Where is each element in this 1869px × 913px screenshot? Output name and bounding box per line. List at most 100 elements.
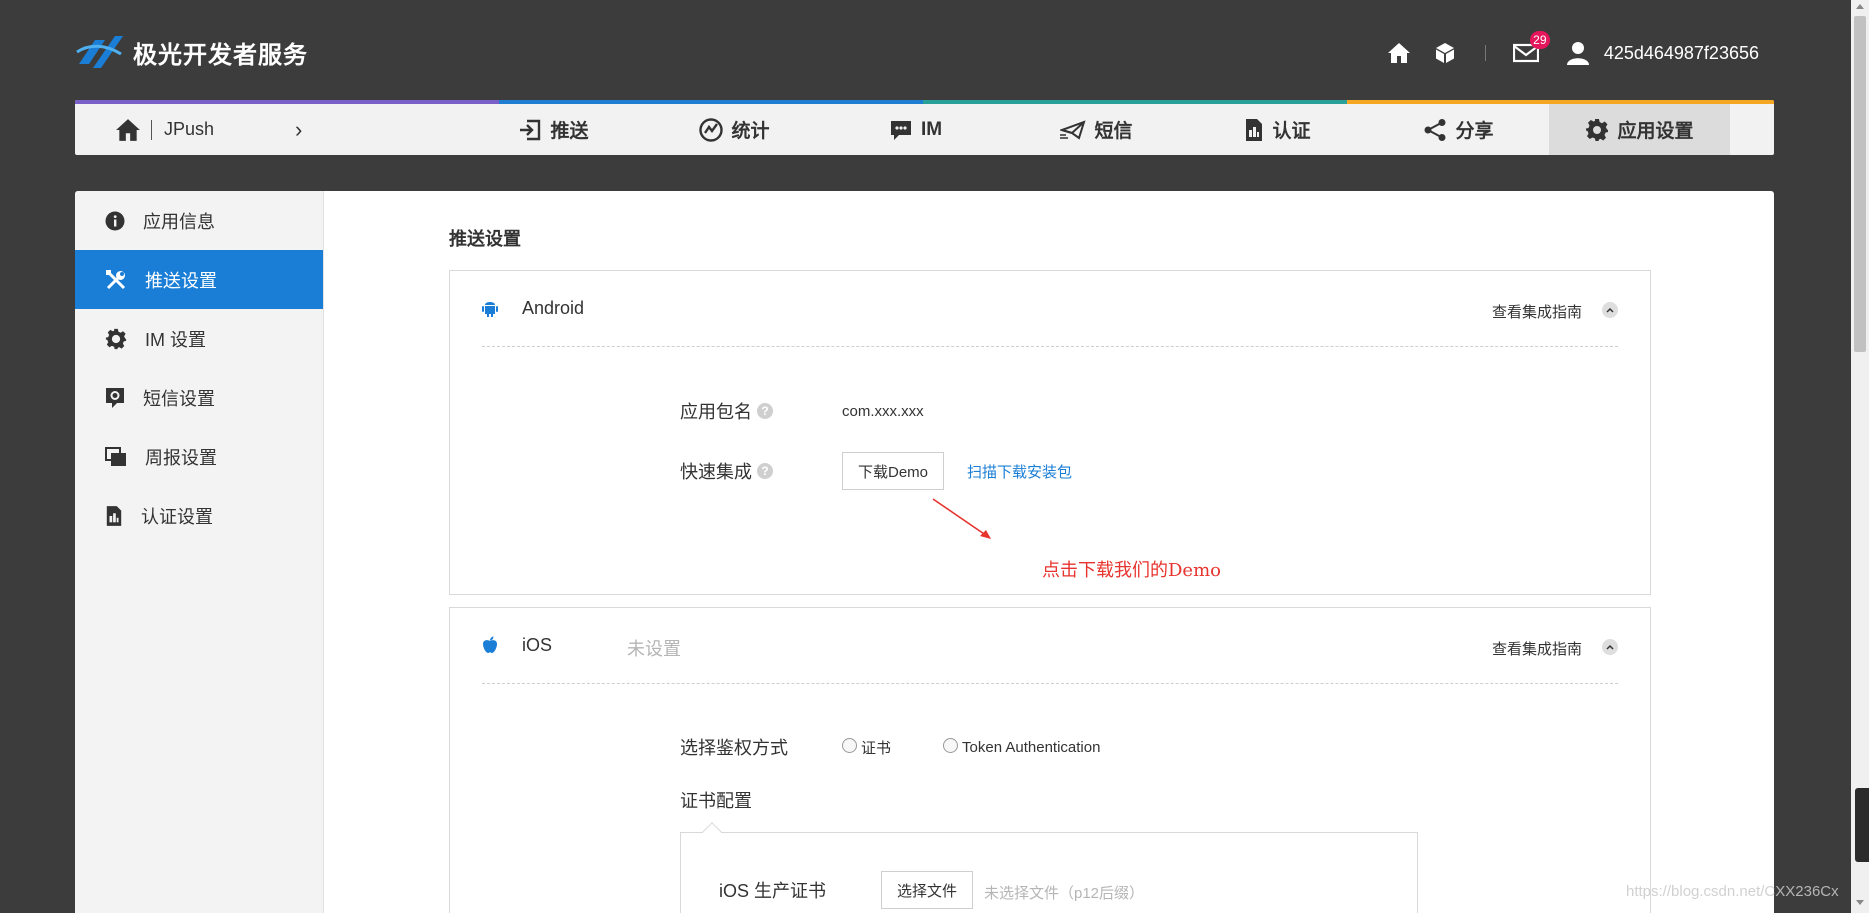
mail-badge: 29 — [1529, 31, 1550, 49]
report-icon — [105, 446, 126, 466]
sidebar-item-app-info[interactable]: 应用信息 — [75, 191, 323, 250]
ios-collapse-button[interactable] — [1602, 639, 1618, 655]
nav-home[interactable]: JPush — [115, 104, 214, 155]
auth-icon — [106, 505, 122, 526]
user-icon[interactable] — [1564, 39, 1592, 67]
tab-stats[interactable]: 统计 — [644, 104, 825, 155]
radio-circle[interactable] — [842, 737, 857, 753]
logo[interactable]: 极光开发者服务 — [75, 30, 308, 74]
tab-sms-label: 短信 — [1094, 121, 1133, 142]
pkg-value: com.xxx.xxx — [842, 402, 924, 420]
android-guide-link[interactable]: 查看集成指南 — [1492, 301, 1582, 322]
apple-icon — [483, 636, 497, 653]
android-icon — [482, 302, 498, 317]
tab-stats-label: 统计 — [731, 121, 770, 142]
radio-token-auth[interactable]: Token Authentication — [943, 737, 1101, 756]
sms-settings-icon — [106, 387, 124, 408]
auth-icon — [1246, 118, 1263, 141]
sidebar-item-weekly-report[interactable]: 周报设置 — [75, 427, 323, 486]
info-icon — [105, 211, 125, 230]
auth-method-row: 选择鉴权方式 证书 Token Authentication — [680, 734, 1152, 760]
ios-panel-header: iOS 未设置 查看集成指南 — [482, 608, 1618, 684]
home-icon[interactable] — [1385, 39, 1413, 67]
quick-label: 快速集成? — [680, 458, 842, 484]
choose-file-button[interactable]: 选择文件 — [881, 871, 974, 909]
ios-status: 未设置 — [627, 639, 681, 659]
side-float-widget[interactable] — [1855, 788, 1869, 862]
home-icon — [116, 118, 140, 141]
tab-sms[interactable]: 短信 — [1006, 104, 1187, 155]
nav-tabs: 推送 统计 IM 短信 认证 分享 应用设置 — [463, 104, 1730, 155]
chevron-up-icon — [1606, 307, 1614, 313]
tab-auth[interactable]: 认证 — [1187, 104, 1368, 155]
main-card: 应用信息 推送设置 IM 设置 短信设置 周报设置 认证设置 推送设置 Andr… — [75, 191, 1774, 913]
download-demo-button[interactable]: 下载Demo — [842, 452, 945, 490]
radio-token-label: Token Authentication — [962, 738, 1101, 756]
android-panel: Android 查看集成指南 应用包名? com.xxx.xxx 快速集成? 下… — [449, 270, 1651, 595]
scan-download-link[interactable]: 扫描下载安装包 — [967, 461, 1072, 482]
tab-push[interactable]: 推送 — [463, 104, 644, 155]
cert-box-notch — [702, 822, 722, 842]
cube-icon[interactable] — [1431, 39, 1459, 67]
quick-label-text: 快速集成 — [680, 462, 752, 482]
ios-panel: iOS 未设置 查看集成指南 选择鉴权方式 证书 Token Authentic… — [449, 607, 1651, 913]
chevron-right-icon[interactable]: › — [295, 104, 302, 155]
ios-title: iOS — [522, 635, 553, 655]
header-divider — [1484, 45, 1486, 61]
sidebar-item-im-settings[interactable]: IM 设置 — [75, 309, 323, 368]
share-icon — [1424, 118, 1446, 141]
help-icon[interactable]: ? — [757, 463, 773, 479]
sidebar-item-label: 认证设置 — [141, 506, 213, 527]
radio-circle[interactable] — [943, 737, 959, 753]
radio-certificate[interactable]: 证书 — [842, 737, 891, 758]
sidebar-item-label: 推送设置 — [145, 270, 217, 291]
chevron-up-icon — [1606, 644, 1614, 650]
tab-im-label: IM — [920, 118, 943, 140]
quick-integrate-row: 快速集成? 下载Demo 扫描下载安装包 — [680, 452, 1072, 490]
tab-share[interactable]: 分享 — [1368, 104, 1549, 155]
header-right: 29 425d464987f23656 — [1367, 31, 1759, 70]
gear-icon — [1586, 118, 1609, 141]
product-nav: JPush › 推送 统计 IM 短信 认证 分享 应用设置 — [75, 100, 1774, 155]
ios-guide-link[interactable]: 查看集成指南 — [1492, 638, 1582, 659]
mail-button[interactable]: 29 — [1512, 31, 1550, 67]
annotation-text: 点击下载我们的Demo — [1042, 560, 1221, 581]
sidebar-item-auth-settings[interactable]: 认证设置 — [75, 486, 323, 545]
tools-icon — [106, 269, 126, 289]
sidebar-item-push-settings[interactable]: 推送设置 — [75, 250, 323, 309]
pkg-row: 应用包名? com.xxx.xxx — [680, 398, 924, 424]
android-title: Android — [522, 298, 585, 318]
logo-text: 极光开发者服务 — [133, 41, 308, 69]
pkg-label: 应用包名? — [680, 398, 842, 424]
help-icon[interactable]: ? — [757, 403, 773, 419]
scroll-down-arrow-icon[interactable] — [1856, 900, 1864, 905]
cert-config-box: iOS 生产证书 选择文件 未选择文件（p12后缀） — [680, 822, 1418, 913]
cert-config-label: 证书配置 — [680, 791, 752, 811]
tab-push-label: 推送 — [550, 121, 589, 142]
sidebar-item-label: 应用信息 — [143, 211, 215, 232]
top-header: 极光开发者服务 29 425d464987f23656 — [0, 0, 1869, 100]
tab-app-settings-label: 应用设置 — [1617, 121, 1694, 142]
sidebar-item-label: IM 设置 — [145, 329, 206, 350]
scroll-thumb[interactable] — [1854, 16, 1866, 352]
sidebar-item-label: 短信设置 — [143, 388, 215, 409]
nav-home-label: JPush — [164, 119, 215, 139]
sidebar-item-label: 周报设置 — [145, 447, 217, 468]
cert-config-row: 证书配置 — [680, 787, 842, 813]
scroll-up-arrow-icon[interactable] — [1856, 4, 1864, 9]
page-scrollbar[interactable] — [1851, 0, 1869, 913]
section-title: 推送设置 — [449, 229, 521, 249]
sidebar-item-sms-settings[interactable]: 短信设置 — [75, 368, 323, 427]
username[interactable]: 425d464987f23656 — [1604, 43, 1759, 64]
sidebar: 应用信息 推送设置 IM 设置 短信设置 周报设置 认证设置 — [75, 191, 324, 913]
android-collapse-button[interactable] — [1602, 302, 1618, 318]
push-arrow-icon — [520, 119, 541, 140]
pkg-label-text: 应用包名 — [680, 402, 752, 422]
tab-im[interactable]: IM — [825, 104, 1006, 155]
tab-app-settings[interactable]: 应用设置 — [1549, 104, 1730, 155]
stats-icon — [699, 117, 724, 142]
sms-icon — [1060, 119, 1087, 140]
gear-icon — [105, 328, 127, 349]
jiguang-logo-icon — [76, 36, 123, 68]
annotation-arrow — [932, 498, 991, 539]
